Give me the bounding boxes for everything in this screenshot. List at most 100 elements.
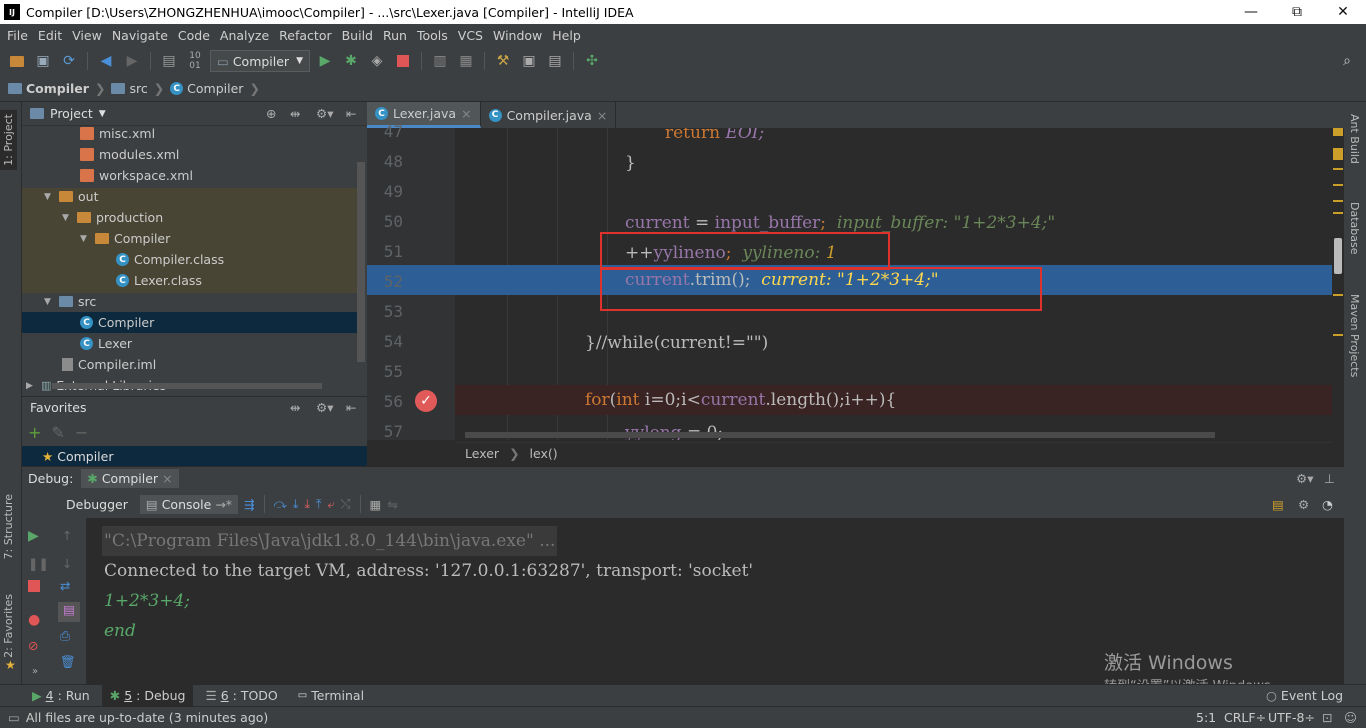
maximize-button[interactable]: ⧉ <box>1274 0 1320 24</box>
menu-run[interactable]: Run <box>378 28 412 43</box>
gauge-icon[interactable]: ◔ <box>1322 497 1333 512</box>
print-icon[interactable]: ⎙ <box>60 628 70 644</box>
close-icon[interactable]: × <box>597 108 607 123</box>
menu-help[interactable]: Help <box>547 28 586 43</box>
tab-compiler-java[interactable]: C Compiler.java × <box>481 102 617 128</box>
project-scrollbar[interactable] <box>357 162 365 362</box>
save-icon[interactable]: ▣ <box>32 50 54 72</box>
project-hscrollbar[interactable] <box>52 383 322 389</box>
settings-wrench-icon[interactable]: ⚒ <box>492 50 514 72</box>
sdk-icon[interactable]: ▣ <box>518 50 540 72</box>
tree-item-lexer-class[interactable]: C Lexer.class <box>116 270 202 291</box>
menu-window[interactable]: Window <box>488 28 547 43</box>
open-folder-icon[interactable] <box>6 50 28 72</box>
gear-icon[interactable]: ⚙▾ <box>316 106 333 121</box>
line-separator[interactable]: CRLF÷ <box>1224 710 1266 725</box>
debug-icon[interactable]: ✱ <box>340 50 362 72</box>
collapse-icon[interactable]: ⇹ <box>290 400 300 415</box>
coverage-icon[interactable]: ◈ <box>366 50 388 72</box>
breadcrumb-src[interactable]: src <box>111 81 148 96</box>
cut-icon[interactable]: ▤ <box>158 50 180 72</box>
tree-item-lexer[interactable]: C Lexer <box>80 333 132 354</box>
restore-layout-icon[interactable]: ▤ <box>1272 497 1284 512</box>
tree-item-workspace-xml[interactable]: workspace.xml <box>80 165 193 186</box>
menu-edit[interactable]: Edit <box>33 28 67 43</box>
tool-tab-structure[interactable]: 7: Structure <box>2 494 15 559</box>
drop-frame-icon[interactable]: ⤶ <box>328 496 335 512</box>
soft-wrap-icon[interactable]: ⇄ <box>60 578 70 593</box>
breadcrumb-project[interactable]: Compiler <box>8 81 89 96</box>
close-window-button[interactable]: ✕ <box>1320 0 1366 24</box>
event-log-button[interactable]: ○ Event Log <box>1258 685 1351 707</box>
tool-tab-todo[interactable]: ☰ 6: TODO <box>197 685 285 707</box>
evaluate-expression-icon[interactable]: ▦ <box>370 497 382 512</box>
tree-item-compiler-selected[interactable]: C Compiler <box>80 312 154 333</box>
gear-icon[interactable]: ⚙▾ <box>1296 471 1313 486</box>
collapse-icon[interactable]: ⇹ <box>290 106 300 121</box>
add-icon[interactable]: + <box>28 423 41 442</box>
chevron-down-icon[interactable]: ▼ <box>99 109 106 119</box>
remove-icon[interactable]: − <box>75 423 88 442</box>
binary-icon[interactable]: 10 01 <box>184 50 206 72</box>
breadcrumb-method[interactable]: lex() <box>530 446 558 461</box>
debug-session-tab[interactable]: ✱ Compiler × <box>81 469 179 488</box>
trace-icon[interactable]: ⇋ <box>387 497 397 512</box>
menu-code[interactable]: Code <box>173 28 215 43</box>
tab-debugger[interactable]: Debugger <box>60 495 134 514</box>
minimize-button[interactable]: — <box>1228 0 1274 24</box>
step-over-icon[interactable]: ⤼ <box>274 496 287 512</box>
menu-analyze[interactable]: Analyze <box>215 28 274 43</box>
editor-scroll-markers[interactable] <box>1332 128 1344 440</box>
step-out-icon[interactable]: ⤒ <box>316 496 322 512</box>
build-icon[interactable]: ▥ <box>429 50 451 72</box>
hide-panel-icon[interactable]: ⇤ <box>346 106 356 121</box>
tool-tab-database[interactable]: Database <box>1348 202 1361 255</box>
menu-tools[interactable]: Tools <box>412 28 453 43</box>
more-icon[interactable]: » <box>32 666 38 677</box>
lock-icon[interactable]: ⊡ <box>1322 710 1332 725</box>
file-encoding[interactable]: UTF-8÷ <box>1268 710 1315 725</box>
favorites-item[interactable]: ★ Compiler <box>22 446 367 466</box>
show-execution-point-icon[interactable]: ⇶ <box>244 497 254 512</box>
status-icon[interactable]: ▭ <box>8 710 20 725</box>
tree-item-compiler-folder[interactable]: ▼ Compiler <box>80 228 170 249</box>
tree-item-compiler-iml[interactable]: Compiler.iml <box>62 354 156 375</box>
menu-navigate[interactable]: Navigate <box>107 28 173 43</box>
menu-view[interactable]: View <box>67 28 107 43</box>
back-arrow-icon[interactable]: ◀ <box>95 50 117 72</box>
hide-panel-icon[interactable]: ⊥ <box>1324 471 1335 486</box>
stop-icon[interactable] <box>392 50 414 72</box>
editor-gutter[interactable]: 47 48 49 50 51 52 53 54 55 56 ✓ 57 <box>367 122 455 441</box>
tool-tab-favorites[interactable]: 2: Favorites <box>2 594 15 658</box>
tool-tab-ant-build[interactable]: Ant Build <box>1348 114 1361 164</box>
editor-hscrollbar[interactable] <box>465 432 1215 438</box>
breakpoint-icon[interactable]: ✓ <box>415 390 437 412</box>
project-structure-icon[interactable]: ▦ <box>455 50 477 72</box>
project-panel-title[interactable]: Project <box>50 106 93 121</box>
close-icon[interactable]: × <box>461 106 471 121</box>
tree-item-misc-xml[interactable]: misc.xml <box>80 123 155 144</box>
up-arrow-icon[interactable]: ↑ <box>62 528 72 543</box>
android-icon[interactable]: ✣ <box>581 50 603 72</box>
tab-console[interactable]: ▤ Console →* <box>139 494 239 514</box>
menu-build[interactable]: Build <box>337 28 378 43</box>
down-arrow-icon[interactable]: ↓ <box>62 556 72 571</box>
tool-tab-run[interactable]: ▶ 4: Run <box>24 685 98 707</box>
breadcrumb-class[interactable]: C Compiler <box>170 81 243 96</box>
caret-position[interactable]: 5:1 <box>1196 710 1216 725</box>
scroll-to-end-icon[interactable]: ▤ <box>58 602 80 622</box>
scroll-from-source-icon[interactable]: ⊕ <box>266 106 276 121</box>
sync-icon[interactable]: ⟳ <box>58 50 80 72</box>
step-into-icon[interactable]: ⤓ <box>293 496 299 512</box>
run-icon[interactable]: ▶ <box>314 50 336 72</box>
settings-icon[interactable]: ⚙ <box>1298 497 1309 512</box>
tool-tab-project[interactable]: 1: Project <box>0 110 17 170</box>
run-to-cursor-icon[interactable]: ⤭ <box>341 496 351 512</box>
view-breakpoints-icon[interactable]: ● <box>28 612 40 628</box>
tree-item-modules-xml[interactable]: modules.xml <box>80 144 179 165</box>
tool-tab-debug[interactable]: ✱ 5: Debug <box>101 684 194 707</box>
grid-icon[interactable]: ▤ <box>544 50 566 72</box>
tree-item-out[interactable]: ▼ out <box>44 186 98 207</box>
run-config-select[interactable]: ▭ Compiler ▼ <box>210 50 310 72</box>
gear-icon[interactable]: ⚙▾ <box>316 400 333 415</box>
